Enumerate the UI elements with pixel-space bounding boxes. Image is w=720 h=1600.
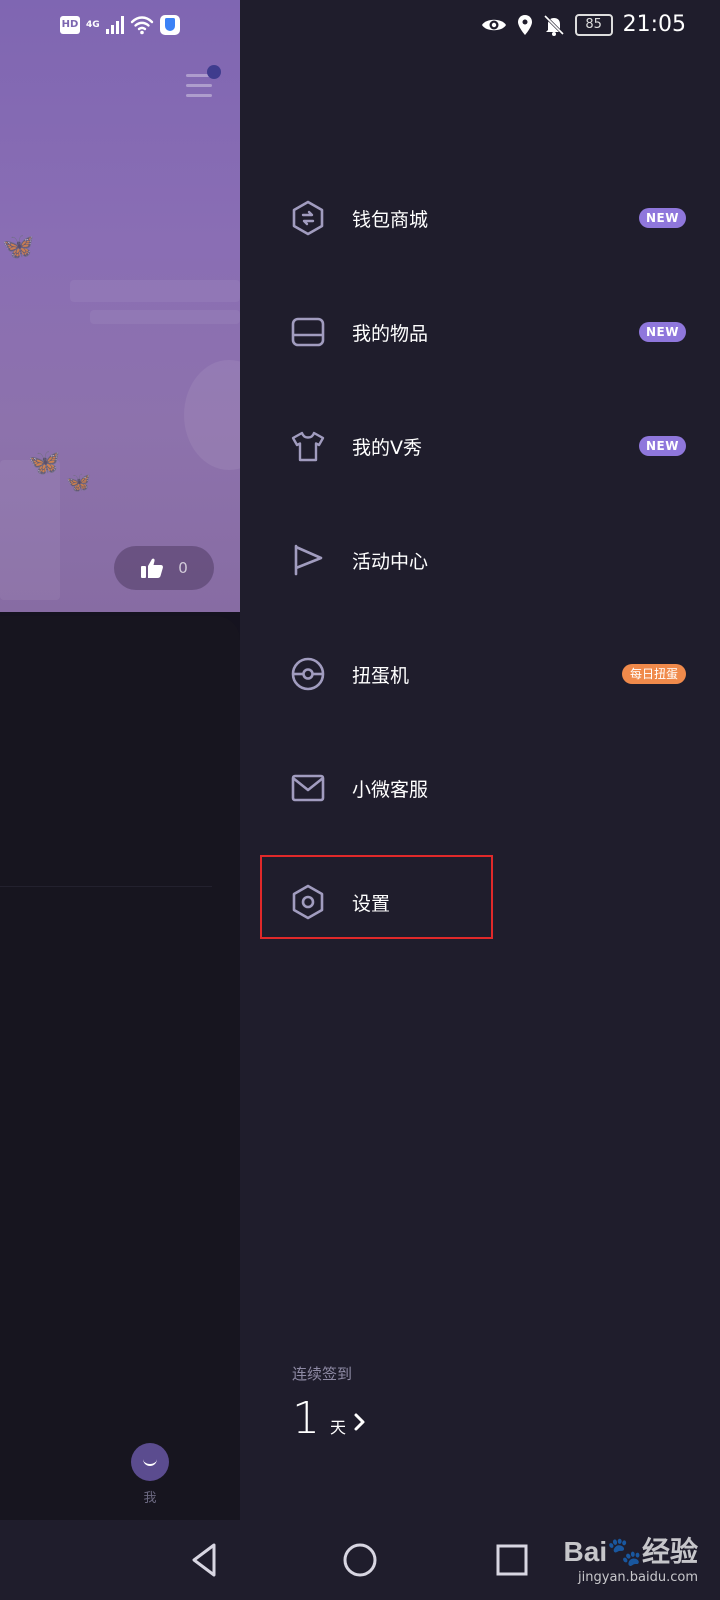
watermark-brand-suffix: 经验 [641, 1536, 698, 1567]
divider [0, 886, 212, 887]
profile-content-card [0, 616, 240, 1520]
flag-icon [294, 544, 323, 576]
menu-item-activity-center[interactable]: 活动中心 [290, 530, 686, 590]
paw-icon: 🐾 [607, 1536, 642, 1567]
checkin-label: 连续签到 [292, 1365, 353, 1383]
hd-icon: HD [60, 16, 80, 34]
settings-highlight-box [260, 855, 493, 939]
back-triangle-icon[interactable] [184, 1538, 228, 1582]
checkin-days: 1 [292, 1393, 320, 1444]
like-button[interactable]: 0 [114, 546, 214, 590]
menu-item-wallet-mall[interactable]: 钱包商城 NEW [290, 188, 686, 248]
mute-icon [543, 14, 564, 36]
menu-item-label: 我的物品 [352, 322, 429, 345]
menu-item-my-vshow[interactable]: 我的V秀 NEW [290, 416, 686, 476]
watermark-brand: Bai [563, 1536, 608, 1567]
status-time: 21:05 [622, 12, 686, 37]
profile-hero-banner: 🦋 🦋 🦋 0 [0, 0, 240, 612]
location-icon [517, 14, 532, 35]
butterfly-icon: 🦋 [66, 470, 91, 494]
menu-item-label: 钱包商城 [352, 208, 429, 231]
home-circle-icon[interactable] [338, 1538, 382, 1582]
mail-icon [291, 774, 325, 802]
me-tab-icon [131, 1443, 169, 1481]
hero-decoration [90, 310, 240, 324]
menu-item-my-items[interactable]: 我的物品 NEW [290, 302, 686, 362]
like-count: 0 [178, 559, 188, 577]
new-badge: NEW [639, 436, 686, 456]
checkin-streak[interactable]: 1 天 [292, 1393, 368, 1444]
recents-square-icon[interactable] [490, 1538, 534, 1582]
wallet-exchange-icon [292, 200, 324, 236]
notification-dot [207, 65, 221, 79]
signal-bars-icon [105, 16, 124, 34]
butterfly-icon: 🦋 [28, 448, 61, 478]
shield-app-icon [159, 15, 180, 35]
side-drawer: 钱包商城 NEW 我的物品 NEW 我的V秀 NEW 活动中心 扭蛋机 每日扭蛋 [240, 0, 720, 1520]
chevron-right-icon [354, 1413, 365, 1431]
4g-signal-icon: 4G [86, 20, 100, 30]
menu-item-customer-service[interactable]: 小微客服 [290, 758, 686, 818]
checkin-unit: 天 [330, 1418, 347, 1437]
butterfly-icon: 🦋 [2, 232, 35, 262]
hero-decoration [70, 280, 240, 302]
system-navigation-bar: Bai🐾经验 jingyan.baidu.com [0, 1520, 720, 1600]
menu-item-label: 我的V秀 [352, 436, 422, 459]
menu-item-label: 活动中心 [352, 550, 429, 573]
new-badge: NEW [639, 208, 686, 228]
battery-icon: 85 [574, 13, 613, 36]
watermark-url: jingyan.baidu.com [578, 1570, 698, 1585]
bottom-tab-me-label: 我 [143, 1491, 157, 1506]
wifi-icon [130, 16, 153, 35]
background-page: 🦋 🦋 🦋 0 我 [0, 0, 240, 1520]
hero-decoration [0, 460, 60, 600]
status-bar: HD 4G 85 21:05 [0, 0, 720, 52]
hero-decoration [184, 360, 240, 470]
menu-item-gacha[interactable]: 扭蛋机 每日扭蛋 [290, 644, 686, 704]
baidu-jingyan-watermark: Bai🐾经验 jingyan.baidu.com [564, 1530, 698, 1585]
inventory-box-icon [291, 317, 325, 347]
menu-item-label: 扭蛋机 [352, 664, 410, 687]
capsule-ball-icon [291, 657, 325, 691]
new-badge: NEW [639, 322, 686, 342]
bottom-tab-me[interactable]: 我 [130, 1443, 170, 1506]
eye-icon [481, 19, 506, 30]
menu-item-label: 小微客服 [352, 778, 429, 801]
thumbs-up-icon [141, 558, 164, 578]
daily-gacha-badge: 每日扭蛋 [621, 664, 686, 684]
tshirt-icon [291, 431, 325, 462]
